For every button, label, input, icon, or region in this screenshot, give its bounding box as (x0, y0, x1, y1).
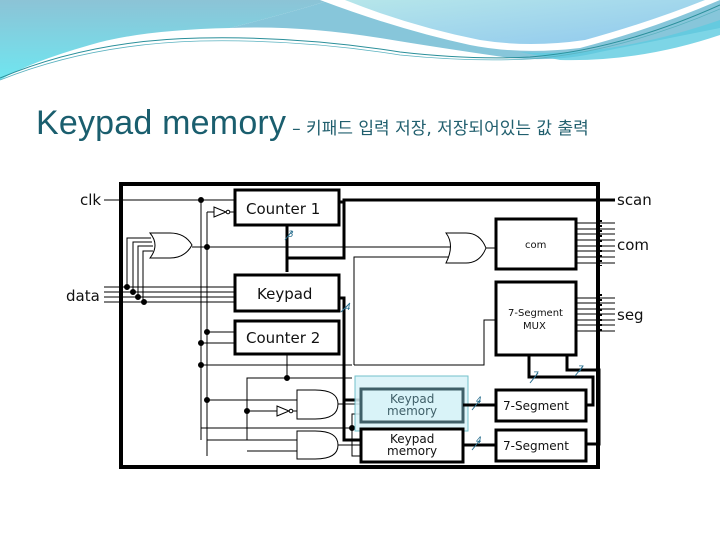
bus-width-counter1: 3 (288, 230, 294, 240)
port-clk-label: clk (80, 191, 101, 209)
port-scan-label: scan (617, 191, 652, 209)
port-com-label: com (617, 236, 649, 254)
keypad-label: Keypad (257, 285, 312, 303)
inverter-1 (213, 206, 228, 218)
inverter-2 (276, 405, 291, 417)
bus-width-mem2: 4 (476, 436, 482, 446)
block-diagram: clk data scan com seg Counter 1 Keypad C… (66, 182, 652, 469)
and-gate-2 (296, 430, 339, 460)
mux-label-line2: MUX (523, 321, 546, 332)
seg1-label: 7-Segment (503, 399, 569, 413)
bus-width-seg2: 7 (578, 365, 584, 375)
scan-bus (339, 198, 615, 204)
mem2-label-line2: memory (387, 444, 437, 458)
port-seg-label: seg (617, 306, 644, 324)
seg2-label: 7-Segment (503, 439, 569, 453)
counter1-label: Counter 1 (246, 200, 320, 218)
bus-width-keypad: 4 (345, 303, 351, 313)
port-data-label: data (66, 287, 100, 305)
bus-width-seg1: 7 (533, 371, 539, 381)
counter2-label: Counter 2 (246, 329, 320, 347)
and-gate-1 (296, 389, 339, 420)
mem1-label-line2: memory (387, 404, 437, 418)
mux-label-line1: 7-Segment (508, 308, 563, 319)
or-gate-2 (445, 232, 487, 264)
bus-width-mem1: 4 (476, 396, 482, 406)
or-gate-1 (148, 232, 193, 259)
com-block-label: com (525, 240, 546, 251)
